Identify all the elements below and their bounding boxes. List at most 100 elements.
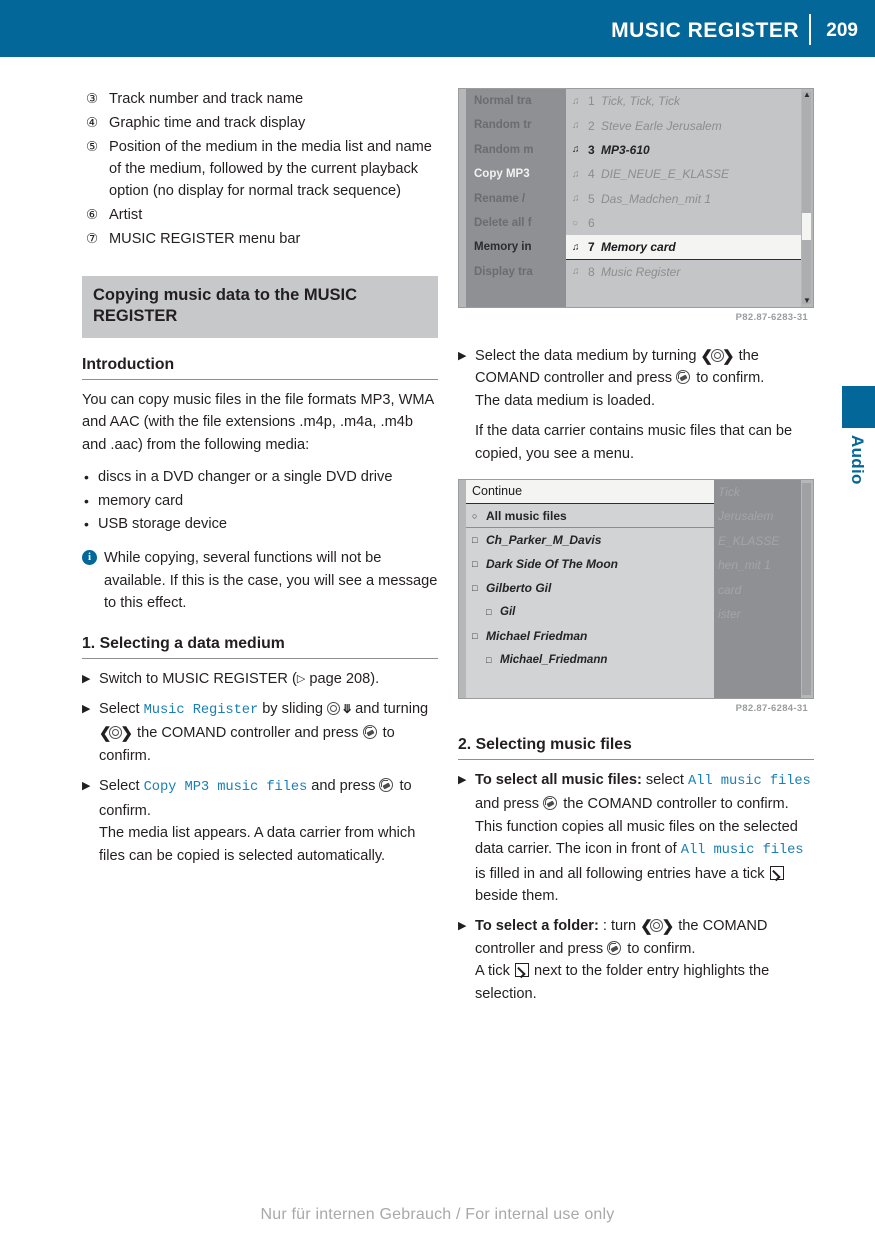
checkbox-icon: □ bbox=[472, 535, 478, 546]
scrollbar-thumb[interactable] bbox=[802, 212, 811, 241]
legend-number: ⑦ bbox=[86, 231, 99, 246]
figure-caption: P82.87-6283-31 bbox=[735, 312, 808, 323]
scroll-up-icon[interactable]: ▲ bbox=[803, 91, 811, 99]
step-arrow-icon: ▶ bbox=[82, 672, 91, 685]
step-text-part: Select bbox=[99, 778, 144, 795]
folder-label: Ch_Parker_M_Davis bbox=[486, 533, 602, 548]
tick-checkbox-icon bbox=[514, 963, 529, 978]
register-icon: ♫ bbox=[572, 266, 580, 278]
ghost-text: ister bbox=[718, 607, 741, 622]
list-item: ③ Track number and track name bbox=[82, 88, 438, 110]
track-number: 8 bbox=[588, 264, 595, 279]
step-result-text: A tick next to the folder entry highligh… bbox=[475, 960, 814, 1005]
ui-term: All music files bbox=[680, 843, 804, 859]
checkbox-icon: □ bbox=[472, 631, 478, 642]
table-row: ♫ 3 MP3-610 bbox=[566, 138, 801, 162]
step-text: To select all music files: select All mu… bbox=[475, 769, 814, 907]
list-item: memory card bbox=[82, 490, 438, 513]
step-text: Switch to MUSIC REGISTER (▷ page 208). bbox=[99, 668, 438, 690]
step-result-text: The data medium is loaded. bbox=[475, 392, 656, 409]
mp3-disc-icon: ♫ bbox=[572, 144, 580, 156]
step-text-part: to confirm. bbox=[623, 940, 696, 957]
step-item: ▶ To select all music files: select All … bbox=[458, 769, 814, 907]
chapter-marker bbox=[842, 386, 875, 428]
track-number: 6 bbox=[588, 216, 595, 231]
controller-press-icon bbox=[607, 940, 623, 956]
menu-item: Random m bbox=[474, 143, 534, 156]
step-item: ▶ Select Music Register by sliding ⤋ and… bbox=[82, 698, 438, 767]
controller-press-icon bbox=[676, 369, 692, 385]
track-name: MP3-610 bbox=[601, 142, 650, 157]
page-title: MUSIC REGISTER bbox=[611, 19, 799, 42]
controller-turn-icon: ❮ ❯ bbox=[99, 725, 133, 743]
step-item: ▶ To select a folder: : turn ❮ ❯ the COMA… bbox=[458, 915, 814, 1005]
step-text-part: beside them. bbox=[475, 888, 559, 905]
ghost-text: Tick bbox=[718, 485, 740, 500]
scroll-down-icon[interactable]: ▼ bbox=[803, 297, 811, 305]
list-item: □ Gilberto Gil bbox=[466, 576, 714, 600]
comand-folder-panel: Continue ○ All music files □ Ch_Parker_M_D… bbox=[466, 480, 714, 699]
chapter-tab-text: Audio bbox=[848, 435, 867, 485]
table-row: ♫ 1 Tick, Tick, Tick bbox=[566, 89, 801, 113]
step-lead-in: To select a folder: bbox=[475, 918, 599, 935]
info-icon: i bbox=[82, 550, 104, 566]
step-item: ▶ Select Copy MP3 music files and press … bbox=[82, 775, 438, 867]
menu-item: Normal tra bbox=[474, 95, 532, 107]
track-number: 4 bbox=[588, 167, 595, 182]
menu-item: Random tr bbox=[474, 119, 532, 132]
mp3-disc-icon: ♫ bbox=[572, 168, 580, 180]
track-number: 7 bbox=[588, 240, 595, 255]
legend-list: ③ Track number and track name ④ Graphic … bbox=[82, 88, 438, 250]
checkbox-icon: □ bbox=[486, 655, 492, 666]
table-row: ♫ 4 DIE_NEUE_E_KLASSE bbox=[566, 162, 801, 186]
mp3-disc-icon: ♫ bbox=[572, 193, 580, 205]
step-text-part: the COMAND controller to confirm. bbox=[559, 796, 789, 813]
scrollbar[interactable]: ▲ ▼ bbox=[802, 91, 811, 305]
page-header: MUSIC REGISTER 209 bbox=[0, 0, 875, 57]
tick-checkbox-icon bbox=[769, 865, 784, 880]
checkbox-icon: □ bbox=[486, 607, 492, 618]
page-ref-icon: ▷ bbox=[296, 672, 306, 685]
track-number: 2 bbox=[588, 118, 595, 133]
list-item: □ Ch_Parker_M_Davis bbox=[466, 528, 714, 552]
figure-caption: P82.87-6284-31 bbox=[735, 703, 808, 715]
list-item: ⑦ MUSIC REGISTER menu bar bbox=[82, 228, 438, 250]
step-text-part: Select bbox=[99, 701, 144, 718]
track-name: Steve Earle Jerusalem bbox=[601, 118, 722, 133]
step-result-text: The media list appears. A data carrier f… bbox=[99, 825, 416, 864]
folder-label: All music files bbox=[486, 508, 567, 523]
step-text-part: the COMAND controller and press bbox=[133, 725, 363, 742]
track-number: 5 bbox=[588, 191, 595, 206]
step-text-part: Switch to MUSIC REGISTER ( bbox=[99, 670, 297, 687]
step-text-part: by sliding bbox=[258, 701, 328, 718]
step-item: ▶ Select the data medium by turning ❮ ❯ t… bbox=[458, 345, 814, 465]
ui-term: All music files bbox=[688, 774, 811, 790]
radio-icon: ○ bbox=[472, 510, 478, 521]
legend-label: Track number and track name bbox=[109, 91, 304, 107]
card-icon: ♫ bbox=[572, 241, 580, 253]
list-item: USB storage device bbox=[82, 513, 438, 536]
folder-label: Gilberto Gil bbox=[486, 581, 552, 596]
step-text-part: A tick bbox=[475, 963, 514, 980]
step-text-part: ). bbox=[370, 670, 380, 687]
step-text-part: to confirm. bbox=[692, 370, 765, 387]
scrollbar[interactable] bbox=[802, 483, 811, 696]
list-item: ⑤ Position of the medium in the media li… bbox=[82, 136, 438, 202]
list-item: □ Michael Friedman bbox=[466, 624, 714, 648]
footer-watermark: Nur für internen Gebrauch / For internal… bbox=[260, 1206, 615, 1223]
controller-turn-icon: ❮ ❯ bbox=[700, 348, 735, 365]
step-text-part: select bbox=[641, 772, 689, 789]
continue-button[interactable]: Continue bbox=[466, 480, 714, 505]
menu-item: Delete all f bbox=[474, 217, 532, 230]
controller-turn-icon: ❮ ❯ bbox=[640, 918, 675, 936]
step-text-part: and press bbox=[475, 796, 544, 813]
list-item: ⑥ Artist bbox=[82, 204, 438, 226]
legend-number: ④ bbox=[86, 115, 99, 130]
menu-item: Display tra bbox=[474, 265, 533, 278]
info-note: i While copying, several functions will … bbox=[82, 547, 438, 614]
table-row: ♫ 2 Steve Earle Jerusalem bbox=[566, 113, 801, 137]
step-text-part: Select the data medium by turning bbox=[475, 348, 701, 364]
table-row: ♫ 5 Das_Madchen_mit 1 bbox=[566, 187, 801, 211]
track-name: DIE_NEUE_E_KLASSE bbox=[601, 167, 730, 182]
folder-label: Dark Side Of The Moon bbox=[486, 557, 619, 572]
